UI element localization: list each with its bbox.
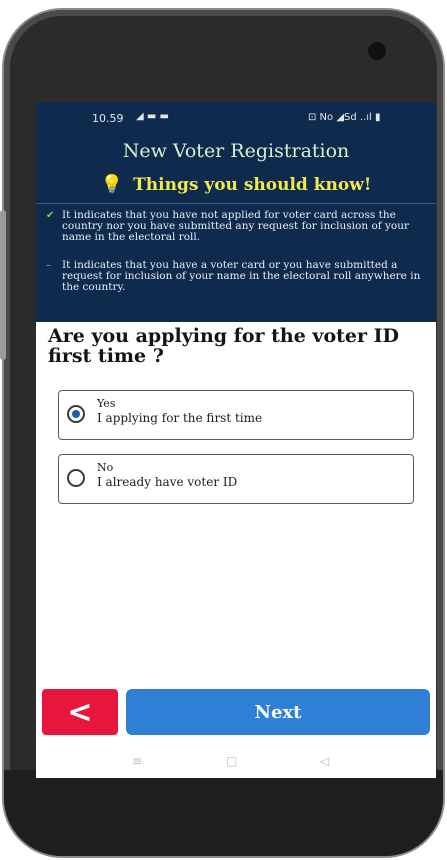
- lightbulb-icon: 💡: [100, 174, 124, 195]
- system-nav-bar: ≡ □ ◁: [36, 744, 436, 778]
- radio-selected-icon[interactable]: [67, 405, 85, 423]
- option-label: No: [97, 461, 114, 474]
- things-heading: Things you should know!: [133, 175, 372, 195]
- dash-icon: –: [46, 260, 51, 271]
- recent-apps-icon[interactable]: ≡: [132, 754, 142, 768]
- home-icon[interactable]: □: [226, 754, 237, 768]
- header-panel: 10.59 ◢ ▬ ▬ ⊡ No ◢Sd ..ıl ▮ New Voter Re…: [36, 102, 436, 322]
- phone-chin: [4, 770, 443, 856]
- things-heading-row: 💡 Things you should know!: [36, 174, 436, 195]
- camera-icon: [366, 40, 388, 62]
- status-bar: 10.59 ◢ ▬ ▬ ⊡ No ◢Sd ..ıl ▮: [36, 108, 436, 130]
- chevron-left-icon: <: [67, 694, 93, 730]
- status-right-icons: ⊡ No ◢Sd ..ıl ▮: [308, 112, 381, 123]
- question-text: Are you applying for the voter ID first …: [48, 325, 399, 367]
- info-note-text: It indicates that you have a voter card …: [62, 259, 421, 293]
- phone-side-button: [0, 210, 6, 360]
- header-divider: [36, 203, 436, 204]
- back-nav-icon[interactable]: ◁: [320, 754, 329, 768]
- status-time: 10.59: [92, 112, 124, 125]
- info-note-text: It indicates that you have not applied f…: [62, 209, 410, 243]
- option-sublabel: I already have voter ID: [97, 475, 238, 489]
- back-button[interactable]: <: [42, 689, 118, 735]
- next-button[interactable]: Next: [126, 689, 430, 735]
- option-label: Yes: [97, 397, 116, 410]
- check-icon: ✔: [46, 210, 55, 221]
- info-note: – It indicates that you have a voter car…: [46, 260, 430, 293]
- option-yes[interactable]: Yes I applying for the first time: [58, 390, 414, 440]
- info-note: ✔ It indicates that you have not applied…: [46, 210, 430, 243]
- app-screen: 10.59 ◢ ▬ ▬ ⊡ No ◢Sd ..ıl ▮ New Voter Re…: [36, 102, 436, 778]
- status-left-icons: ◢ ▬ ▬: [136, 111, 169, 122]
- radio-unselected-icon[interactable]: [67, 469, 85, 487]
- option-no[interactable]: No I already have voter ID: [58, 454, 414, 504]
- option-sublabel: I applying for the first time: [97, 411, 263, 425]
- page-title: New Voter Registration: [122, 140, 350, 162]
